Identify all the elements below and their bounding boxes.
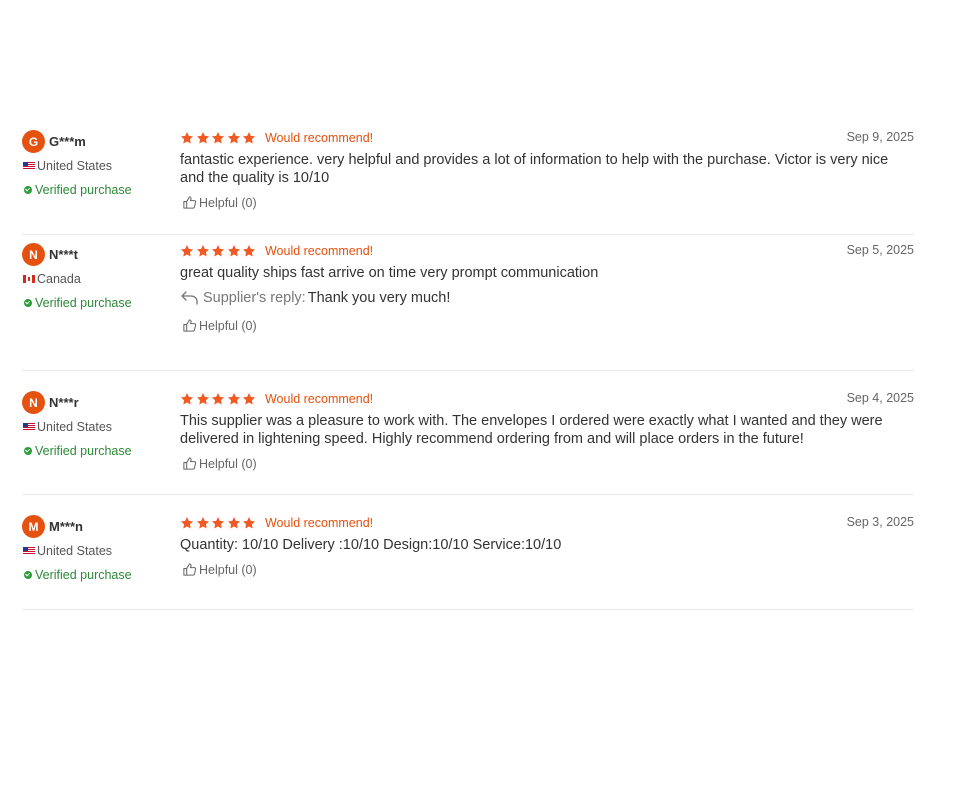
star-icon [180, 132, 194, 144]
verified-purchase-label: Verified purchase [35, 183, 132, 197]
star-icon [196, 245, 209, 257]
thumbs-up-icon [183, 457, 197, 470]
star-icon [180, 517, 194, 529]
reviewer-country: United States [37, 544, 113, 558]
reviewer-info: N N***r United States Verified purchase [22, 391, 172, 458]
helpful-button[interactable]: Helpful (0) [180, 318, 914, 333]
supplier-reply: Supplier's reply: Thank you very much! [180, 290, 914, 306]
avatar: M [22, 515, 45, 538]
review-date: Sep 4, 2025 [846, 391, 914, 405]
helpful-label: Helpful (0) [199, 562, 257, 577]
reviewer-info: M M***n United States Verified purchase [22, 515, 172, 582]
review-item: G G***m United States Verified purchase … [22, 124, 914, 235]
star-icon [243, 517, 256, 529]
helpful-button[interactable]: Helpful (0) [180, 456, 914, 471]
us-flag-icon [23, 423, 35, 431]
recommend-label: Would recommend! [264, 392, 374, 406]
star-icon [243, 393, 256, 405]
star-icon [227, 393, 240, 405]
reply-arrow-icon [181, 291, 198, 305]
thumbs-up-icon [183, 319, 197, 332]
verified-check-icon [24, 186, 32, 194]
star-rating [180, 516, 258, 530]
star-icon [227, 132, 240, 144]
review-item: N N***r United States Verified purchase … [22, 371, 914, 495]
reviewer-name: N***t [49, 247, 78, 262]
avatar: N [22, 391, 45, 414]
star-icon [227, 245, 240, 257]
supplier-reply-label: Supplier's reply: [203, 290, 306, 306]
review-date: Sep 5, 2025 [846, 243, 914, 257]
reviewer-country: Canada [37, 272, 81, 286]
canada-flag-icon [23, 275, 35, 283]
review-text: great quality ships fast arrive on time … [180, 265, 599, 281]
reviewer-name: M***n [49, 519, 83, 534]
star-icon [196, 393, 209, 405]
avatar: G [22, 130, 45, 153]
star-icon [212, 517, 225, 529]
review-content: Would recommend! Sep 9, 2025 fantastic e… [180, 130, 914, 210]
review-item: N N***t Canada Verified purchase Would r… [22, 235, 914, 371]
review-text: This supplier was a pleasure to work wit… [180, 413, 883, 447]
review-text: Quantity: 10/10 Delivery :10/10 Design:1… [180, 537, 562, 553]
star-icon [196, 517, 209, 529]
reviewer-info: N N***t Canada Verified purchase [22, 243, 172, 310]
helpful-label: Helpful (0) [199, 456, 257, 471]
star-rating [180, 244, 258, 258]
us-flag-icon [23, 162, 35, 170]
star-icon [180, 245, 194, 257]
reviewer-country: United States [37, 159, 113, 173]
thumbs-up-icon [183, 563, 197, 576]
verified-purchase-label: Verified purchase [35, 568, 132, 582]
review-list: G G***m United States Verified purchase … [22, 124, 914, 610]
helpful-button[interactable]: Helpful (0) [180, 195, 914, 210]
supplier-reply-text: Thank you very much! [307, 290, 451, 306]
verified-check-icon [24, 299, 32, 307]
reviewer-name: G***m [49, 134, 86, 149]
star-icon [212, 393, 225, 405]
helpful-label: Helpful (0) [199, 195, 257, 210]
recommend-label: Would recommend! [264, 516, 374, 530]
star-icon [212, 245, 225, 257]
reviewer-name: N***r [49, 395, 79, 410]
review-content: Would recommend! Sep 4, 2025 This suppli… [180, 391, 914, 471]
review-date: Sep 9, 2025 [846, 130, 914, 144]
star-icon [196, 132, 209, 144]
review-text: fantastic experience. very helpful and p… [180, 152, 889, 186]
review-content: Would recommend! Sep 3, 2025 Quantity: 1… [180, 515, 914, 577]
review-item: M M***n United States Verified purchase … [22, 495, 914, 610]
review-date: Sep 3, 2025 [846, 515, 914, 529]
verified-check-icon [24, 447, 32, 455]
star-icon [243, 132, 256, 144]
star-icon [227, 517, 240, 529]
verified-purchase-label: Verified purchase [35, 296, 132, 310]
verified-check-icon [24, 571, 32, 579]
review-content: Would recommend! Sep 5, 2025 great quali… [180, 243, 914, 333]
star-rating [180, 131, 258, 145]
star-rating [180, 392, 258, 406]
helpful-label: Helpful (0) [199, 318, 257, 333]
helpful-button[interactable]: Helpful (0) [180, 562, 914, 577]
reviewer-info: G G***m United States Verified purchase [22, 130, 172, 197]
us-flag-icon [23, 547, 35, 555]
star-icon [212, 132, 225, 144]
avatar: N [22, 243, 45, 266]
thumbs-up-icon [183, 196, 197, 209]
star-icon [243, 245, 256, 257]
verified-purchase-label: Verified purchase [35, 444, 132, 458]
recommend-label: Would recommend! [264, 131, 374, 145]
recommend-label: Would recommend! [264, 244, 374, 258]
reviewer-country: United States [37, 420, 113, 434]
star-icon [180, 393, 194, 405]
